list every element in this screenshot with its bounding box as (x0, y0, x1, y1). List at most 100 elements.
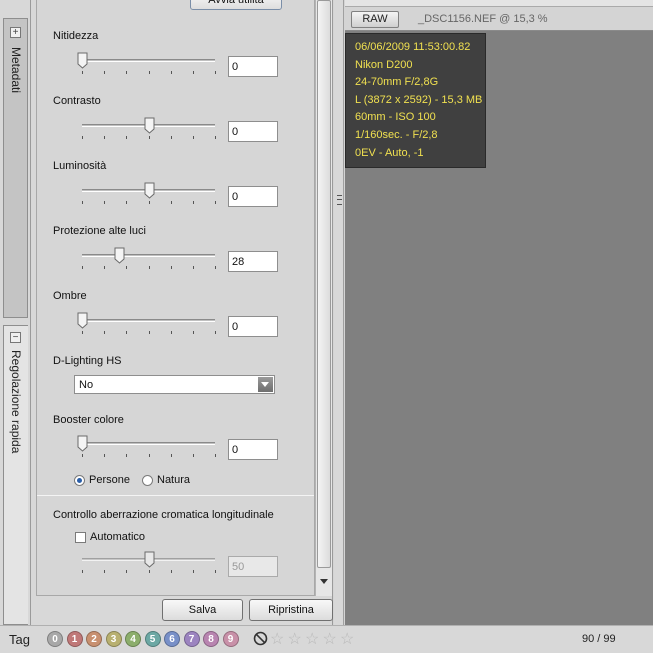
expand-icon[interactable]: + (10, 27, 21, 38)
radio-persone[interactable]: Persone (74, 474, 130, 486)
slider-tick (149, 266, 150, 269)
color-tag-9[interactable]: 9 (222, 631, 239, 647)
slider-tick (126, 454, 127, 457)
save-button[interactable]: Salva (162, 599, 243, 621)
luminosita-label: Luminosità (53, 160, 107, 172)
slider-track[interactable] (82, 59, 215, 62)
color-tag-0[interactable]: 0 (47, 631, 63, 647)
scrollbar-thumb[interactable] (317, 0, 331, 568)
radio-natura-label: Natura (157, 474, 191, 486)
slider-tick (82, 71, 83, 74)
aberration-value-input: 50 (228, 556, 278, 577)
radio-button-icon[interactable] (74, 474, 85, 486)
launch-utility-button[interactable]: Avvia utilità (190, 0, 282, 10)
dlighting-selected-value: No (79, 379, 94, 391)
contrasto-value-input[interactable]: 0 (228, 121, 278, 142)
slider-tick (82, 454, 83, 457)
radio-button-icon[interactable] (142, 474, 153, 486)
star-icon[interactable]: ☆ (340, 629, 354, 649)
slider-thumb[interactable] (77, 52, 88, 69)
color-tag-3[interactable]: 3 (105, 631, 122, 647)
star-icon[interactable]: ☆ (323, 629, 337, 649)
slider-tick (193, 266, 194, 269)
nitidezza-label: Nitidezza (53, 30, 99, 42)
collapse-icon[interactable]: − (10, 332, 21, 343)
slider-tick (149, 201, 150, 204)
slider-tick (193, 570, 194, 573)
color-tag-7[interactable]: 7 (183, 631, 200, 647)
slider-thumb[interactable] (77, 312, 88, 329)
color-tag-8[interactable]: 8 (203, 631, 219, 647)
slider-tick (126, 570, 127, 573)
slider-tick (82, 331, 83, 334)
slider-tick (82, 201, 83, 204)
section-divider (37, 495, 314, 496)
slider-tick (215, 71, 216, 74)
slider-tick (104, 266, 105, 269)
star-icon[interactable]: ☆ (305, 629, 319, 649)
slider-tick (215, 331, 216, 334)
tab-metadati-label: Metadati (9, 47, 23, 94)
slider-thumb[interactable] (144, 182, 155, 199)
slider-thumb[interactable] (77, 435, 88, 452)
slider-tick (104, 331, 105, 334)
reset-button[interactable]: Ripristina (249, 599, 333, 621)
panel-scrollbar[interactable] (315, 0, 332, 596)
info-line: 1/160sec. - F/2,8 (355, 128, 438, 141)
radio-persone-label: Persone (89, 474, 130, 486)
slider-tick (171, 570, 172, 573)
info-line: 60mm - ISO 100 (355, 111, 436, 124)
no-rating-icon[interactable] (253, 631, 268, 646)
luminosita-value-input[interactable]: 0 (228, 186, 278, 207)
radio-natura[interactable]: Natura (142, 474, 190, 486)
slider-track[interactable] (82, 319, 215, 322)
tab-regolazione-rapida[interactable]: − Regolazione rapida (3, 325, 28, 625)
slider-tick (171, 454, 172, 457)
color-tag-5[interactable]: 5 (144, 631, 161, 647)
booster-value-input[interactable]: 0 (228, 439, 278, 460)
slider-tick (193, 71, 194, 74)
panel-splitter[interactable] (334, 0, 344, 625)
panel-content: Avvia utilità Nitidezza 0 Contrasto 0 Lumino… (36, 0, 315, 596)
slider-tick (104, 570, 105, 573)
checkbox-icon[interactable] (75, 531, 86, 543)
color-tag-1[interactable]: 1 (66, 631, 83, 647)
automatico-checkbox[interactable]: Automatico (75, 531, 145, 543)
slider-tick (149, 71, 150, 74)
star-icon[interactable]: ☆ (270, 629, 284, 649)
ombre-label: Ombre (53, 290, 87, 302)
status-bar: Tag 0123456789 ☆ ☆ ☆ ☆ ☆ 90 / 99 (0, 625, 653, 653)
slider-thumb (144, 551, 155, 568)
slider-tick (82, 266, 83, 269)
info-line: 0EV - Auto, -1 (355, 146, 424, 159)
nitidezza-value-input[interactable]: 0 (228, 56, 278, 77)
slider-thumb[interactable] (114, 247, 125, 264)
color-tag-4[interactable]: 4 (125, 631, 141, 647)
slider-tick (149, 454, 150, 457)
slider-tick (104, 136, 105, 139)
grip-icon[interactable] (337, 195, 342, 205)
contrasto-label: Contrasto (53, 95, 101, 107)
slider-tick (126, 71, 127, 74)
viewer-toolbar: RAW _DSC1156.NEF @ 15,3 % (345, 0, 653, 31)
color-tag-2[interactable]: 2 (86, 631, 102, 647)
protezione-alte-luci-label: Protezione alte luci (53, 225, 146, 237)
tab-metadati[interactable]: + Metadati (3, 18, 28, 318)
scroll-down-arrow-icon[interactable] (317, 574, 331, 588)
dropdown-arrow-icon[interactable] (258, 377, 273, 392)
star-icon[interactable]: ☆ (288, 629, 302, 649)
color-tag-6[interactable]: 6 (164, 631, 180, 647)
slider-tick (126, 201, 127, 204)
slider-thumb[interactable] (144, 117, 155, 134)
booster-label: Booster colore (53, 414, 124, 426)
aberration-label: Controllo aberrazione cromatica longitud… (53, 509, 274, 521)
info-line: Nikon D200 (355, 58, 413, 71)
dlighting-select[interactable]: No (74, 375, 275, 394)
slider-track[interactable] (82, 254, 215, 257)
protezione-alte-luci-value-input[interactable]: 28 (228, 251, 278, 272)
slider-tick (82, 136, 83, 139)
slider-track[interactable] (82, 442, 215, 445)
slider-tick (193, 454, 194, 457)
ombre-value-input[interactable]: 0 (228, 316, 278, 337)
raw-button[interactable]: RAW (351, 11, 399, 28)
